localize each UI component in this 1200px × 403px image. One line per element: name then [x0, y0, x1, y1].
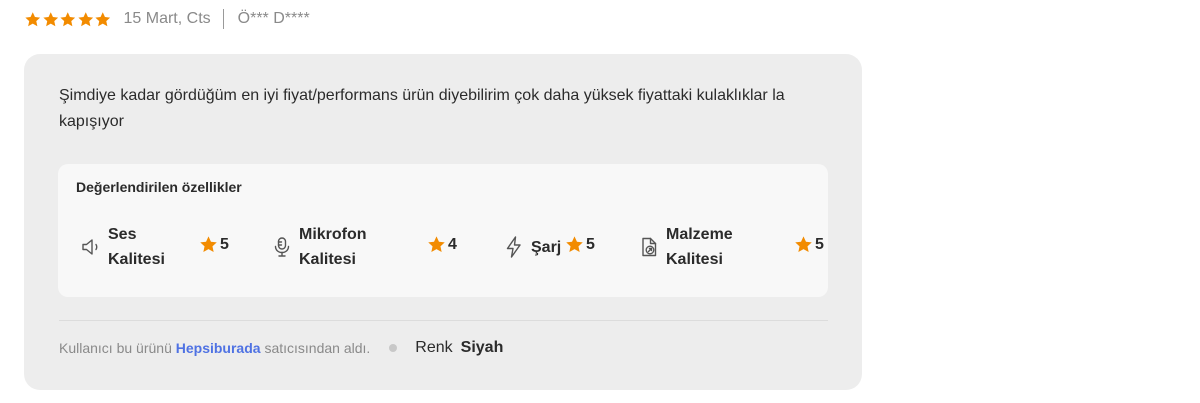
feature-label: Ses Kalitesi [108, 226, 165, 268]
feature-material-quality: Malzeme Kalitesi [636, 222, 733, 272]
footer-divider [59, 320, 828, 321]
feature-score-material-quality: 5 [794, 235, 824, 254]
star-icon [24, 11, 42, 28]
rating-stars [24, 11, 112, 28]
buyer-note: Kullanıcı bu ürünü Hepsiburada satıcısın… [59, 340, 371, 356]
star-icon [427, 235, 446, 254]
microphone-icon [269, 234, 295, 260]
review-card: Şimdiye kadar gördüğüm en iyi fiyat/perf… [24, 54, 862, 390]
feature-label: Mikrofon Kalitesi [299, 226, 367, 268]
rated-features-panel: Değerlendirilen özellikler Ses Kalitesi 5… [58, 164, 828, 297]
review-author: Ö*** D**** [237, 10, 310, 27]
attribute-value: Siyah [460, 339, 504, 356]
features-title: Değerlendirilen özellikler [76, 179, 242, 195]
feature-score-charging: 5 [565, 235, 595, 254]
seller-link[interactable]: Hepsiburada [176, 340, 261, 356]
star-icon [199, 235, 218, 254]
feature-label: Şarj [531, 238, 562, 256]
material-quality-icon [636, 234, 662, 260]
star-icon [59, 11, 77, 28]
feature-score-microphone-quality: 4 [427, 235, 457, 254]
review-header: 15 Mart, Cts Ö*** D**** [24, 7, 310, 31]
feature-microphone-quality: Mikrofon Kalitesi [269, 222, 367, 272]
review-footer: Kullanıcı bu ürünü Hepsiburada satıcısın… [59, 337, 503, 359]
star-icon [94, 11, 112, 28]
speaker-icon [78, 234, 104, 260]
feature-label: Malzeme Kalitesi [666, 226, 733, 268]
star-icon [77, 11, 95, 28]
feature-score-sound-quality: 5 [199, 235, 229, 254]
star-icon [794, 235, 813, 254]
review-comment: Şimdiye kadar gördüğüm en iyi fiyat/perf… [59, 87, 785, 130]
feature-sound-quality: Ses Kalitesi [78, 222, 165, 272]
header-separator [222, 9, 224, 29]
star-icon [565, 235, 584, 254]
feature-charging: Şarj [501, 222, 561, 272]
attribute-name: Renk [415, 339, 453, 356]
lightning-icon [501, 234, 527, 260]
bullet-dot [389, 344, 398, 352]
review-date: 15 Mart, Cts [123, 10, 211, 27]
star-icon [42, 11, 60, 28]
